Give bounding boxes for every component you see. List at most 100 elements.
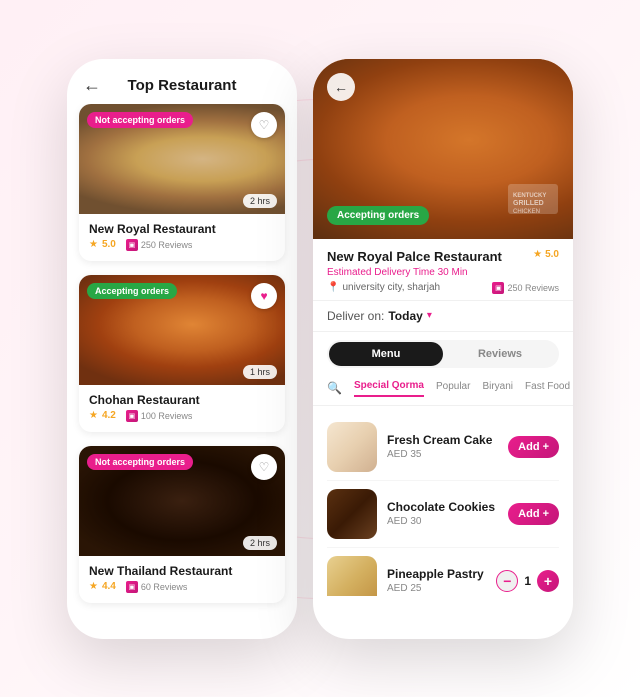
reviews-icon-2: ▣ bbox=[126, 410, 138, 422]
star-icon-2: ★ bbox=[89, 410, 98, 421]
reviews-wrap-1: ▣ 250 Reviews bbox=[126, 239, 193, 251]
add-button-2[interactable]: Add + bbox=[508, 503, 559, 525]
menu-item-image-cookies bbox=[327, 489, 377, 539]
detail-reviews-text: 250 Reviews bbox=[507, 283, 559, 293]
hero-status-badge: Accepting orders bbox=[327, 206, 429, 225]
restaurant-name-1: New Royal Restaurant bbox=[89, 222, 275, 236]
reviews-text-1: 250 Reviews bbox=[141, 240, 193, 250]
quantity-control-3: − 1 + bbox=[496, 570, 559, 592]
svg-text:KENTUCKY: KENTUCKY bbox=[513, 193, 546, 199]
add-button-1[interactable]: Add + bbox=[508, 436, 559, 458]
deliver-dropdown-button[interactable]: ▾ bbox=[427, 310, 432, 321]
menu-item-3: Pineapple Pastry AED 25 − 1 + bbox=[327, 548, 559, 596]
rating-2: 4.2 bbox=[102, 410, 116, 421]
menu-item-2: Chocolate Cookies AED 30 Add + bbox=[327, 481, 559, 548]
svg-text:CHICKEN: CHICKEN bbox=[513, 209, 540, 215]
location-pin-icon: 📍 bbox=[327, 282, 339, 293]
hero-back-button[interactable]: ← bbox=[327, 73, 355, 101]
tab-reviews[interactable]: Reviews bbox=[443, 342, 557, 366]
detail-reviews-row: ▣ 250 Reviews bbox=[492, 282, 559, 294]
deliver-on-label: Deliver on: bbox=[327, 309, 384, 323]
detail-reviews-icon: ▣ bbox=[492, 282, 504, 294]
restaurant-name-2: Chohan Restaurant bbox=[89, 393, 275, 407]
category-popular[interactable]: Popular bbox=[436, 381, 470, 396]
status-badge-1: Not accepting orders bbox=[87, 112, 193, 128]
deliver-on-value: Today bbox=[388, 309, 422, 323]
quantity-plus-button-3[interactable]: + bbox=[537, 570, 559, 592]
category-special-qorma[interactable]: Special Qorma bbox=[354, 380, 424, 397]
reviews-text-2: 100 Reviews bbox=[141, 411, 193, 421]
star-icon-1: ★ bbox=[89, 239, 98, 250]
menu-item-info-1: Fresh Cream Cake AED 35 bbox=[387, 433, 498, 460]
category-biryani[interactable]: Biryani bbox=[482, 381, 513, 396]
restaurant-meta-1: ★ 5.0 ▣ 250 Reviews bbox=[89, 239, 275, 251]
menu-item-image-cake bbox=[327, 422, 377, 472]
grilled-box-decoration: KENTUCKY GRILLED CHICKEN bbox=[503, 179, 563, 219]
add-plus-icon-1: + bbox=[543, 441, 549, 453]
detail-star-icon: ★ bbox=[533, 249, 542, 260]
quantity-minus-button-3[interactable]: − bbox=[496, 570, 518, 592]
reviews-text-3: 60 Reviews bbox=[141, 582, 188, 592]
menu-item-name-2: Chocolate Cookies bbox=[387, 500, 498, 514]
status-badge-3: Not accepting orders bbox=[87, 454, 193, 470]
restaurant-detail-name: New Royal Palce Restaurant bbox=[327, 249, 502, 264]
menu-item-price-3: AED 25 bbox=[387, 583, 486, 594]
time-badge-3: 2 hrs bbox=[243, 536, 277, 550]
card-image-2: Accepting orders ♥ 1 hrs bbox=[79, 275, 285, 385]
cookies-image bbox=[327, 489, 377, 539]
restaurant-card-2[interactable]: Accepting orders ♥ 1 hrs Chohan Restaura… bbox=[79, 275, 285, 432]
category-row: 🔍 Special Qorma Popular Biryani Fast Foo… bbox=[313, 376, 573, 406]
right-phone: KENTUCKY GRILLED CHICKEN ← Accepting ord… bbox=[313, 59, 573, 639]
time-badge-1: 2 hrs bbox=[243, 194, 277, 208]
restaurant-list: Not accepting orders ♡ 2 hrs New Royal R… bbox=[67, 104, 297, 624]
restaurant-name-3: New Thailand Restaurant bbox=[89, 564, 275, 578]
pastry-image bbox=[327, 556, 377, 596]
rating-1: 5.0 bbox=[102, 239, 116, 250]
search-icon[interactable]: 🔍 bbox=[327, 381, 342, 395]
reviews-icon-1: ▣ bbox=[126, 239, 138, 251]
deliver-on-row: Deliver on: Today ▾ bbox=[313, 301, 573, 332]
favorite-button-1[interactable]: ♡ bbox=[251, 112, 277, 138]
menu-item-name-3: Pineapple Pastry bbox=[387, 567, 486, 581]
restaurant-meta-3: ★ 4.4 ▣ 60 Reviews bbox=[89, 581, 275, 593]
quantity-value-3: 1 bbox=[524, 574, 531, 588]
card-info-2: Chohan Restaurant ★ 4.2 ▣ 100 Reviews bbox=[79, 385, 285, 432]
menu-item-info-3: Pineapple Pastry AED 25 bbox=[387, 567, 486, 594]
card-image-1: Not accepting orders ♡ 2 hrs bbox=[79, 104, 285, 214]
add-label-1: Add bbox=[518, 441, 539, 453]
favorite-button-2[interactable]: ♥ bbox=[251, 283, 277, 309]
back-button[interactable]: ← bbox=[83, 75, 101, 96]
hero-image: KENTUCKY GRILLED CHICKEN ← Accepting ord… bbox=[313, 59, 573, 239]
time-badge-2: 1 hrs bbox=[243, 365, 277, 379]
left-phone: ← Top Restaurant Not accepting orders ♡ … bbox=[67, 59, 297, 639]
status-badge-2: Accepting orders bbox=[87, 283, 177, 299]
card-info-3: New Thailand Restaurant ★ 4.4 ▣ 60 Revie… bbox=[79, 556, 285, 603]
rating-3: 4.4 bbox=[102, 581, 116, 592]
menu-item-price-1: AED 35 bbox=[387, 449, 498, 460]
reviews-wrap-2: ▣ 100 Reviews bbox=[126, 410, 193, 422]
favorite-button-3[interactable]: ♡ bbox=[251, 454, 277, 480]
card-info-1: New Royal Restaurant ★ 5.0 ▣ 250 Reviews bbox=[79, 214, 285, 261]
add-plus-icon-2: + bbox=[543, 508, 549, 520]
menu-list: Fresh Cream Cake AED 35 Add + Chocolate … bbox=[313, 406, 573, 596]
menu-item-name-1: Fresh Cream Cake bbox=[387, 433, 498, 447]
delivery-info: Estimated Delivery Time 30 Min bbox=[327, 267, 559, 278]
detail-rating: 5.0 bbox=[545, 249, 559, 260]
restaurant-detail-top: New Royal Palce Restaurant ★ 5.0 bbox=[327, 249, 559, 264]
tab-menu[interactable]: Menu bbox=[329, 342, 443, 366]
restaurant-meta-2: ★ 4.2 ▣ 100 Reviews bbox=[89, 410, 275, 422]
card-image-3: Not accepting orders ♡ 2 hrs bbox=[79, 446, 285, 556]
restaurant-card-1[interactable]: Not accepting orders ♡ 2 hrs New Royal R… bbox=[79, 104, 285, 261]
location-text: university city, sharjah bbox=[342, 282, 440, 293]
location-row: 📍 university city, sharjah bbox=[327, 282, 440, 293]
reviews-icon-3: ▣ bbox=[126, 581, 138, 593]
category-fast-food[interactable]: Fast Food bbox=[525, 381, 570, 396]
tabs-row: Menu Reviews bbox=[327, 340, 559, 368]
menu-item-info-2: Chocolate Cookies AED 30 bbox=[387, 500, 498, 527]
restaurant-card-3[interactable]: Not accepting orders ♡ 2 hrs New Thailan… bbox=[79, 446, 285, 603]
add-label-2: Add bbox=[518, 508, 539, 520]
restaurant-detail: New Royal Palce Restaurant ★ 5.0 Estimat… bbox=[313, 239, 573, 301]
svg-text:GRILLED: GRILLED bbox=[513, 200, 544, 207]
star-icon-3: ★ bbox=[89, 581, 98, 592]
reviews-wrap-3: ▣ 60 Reviews bbox=[126, 581, 188, 593]
